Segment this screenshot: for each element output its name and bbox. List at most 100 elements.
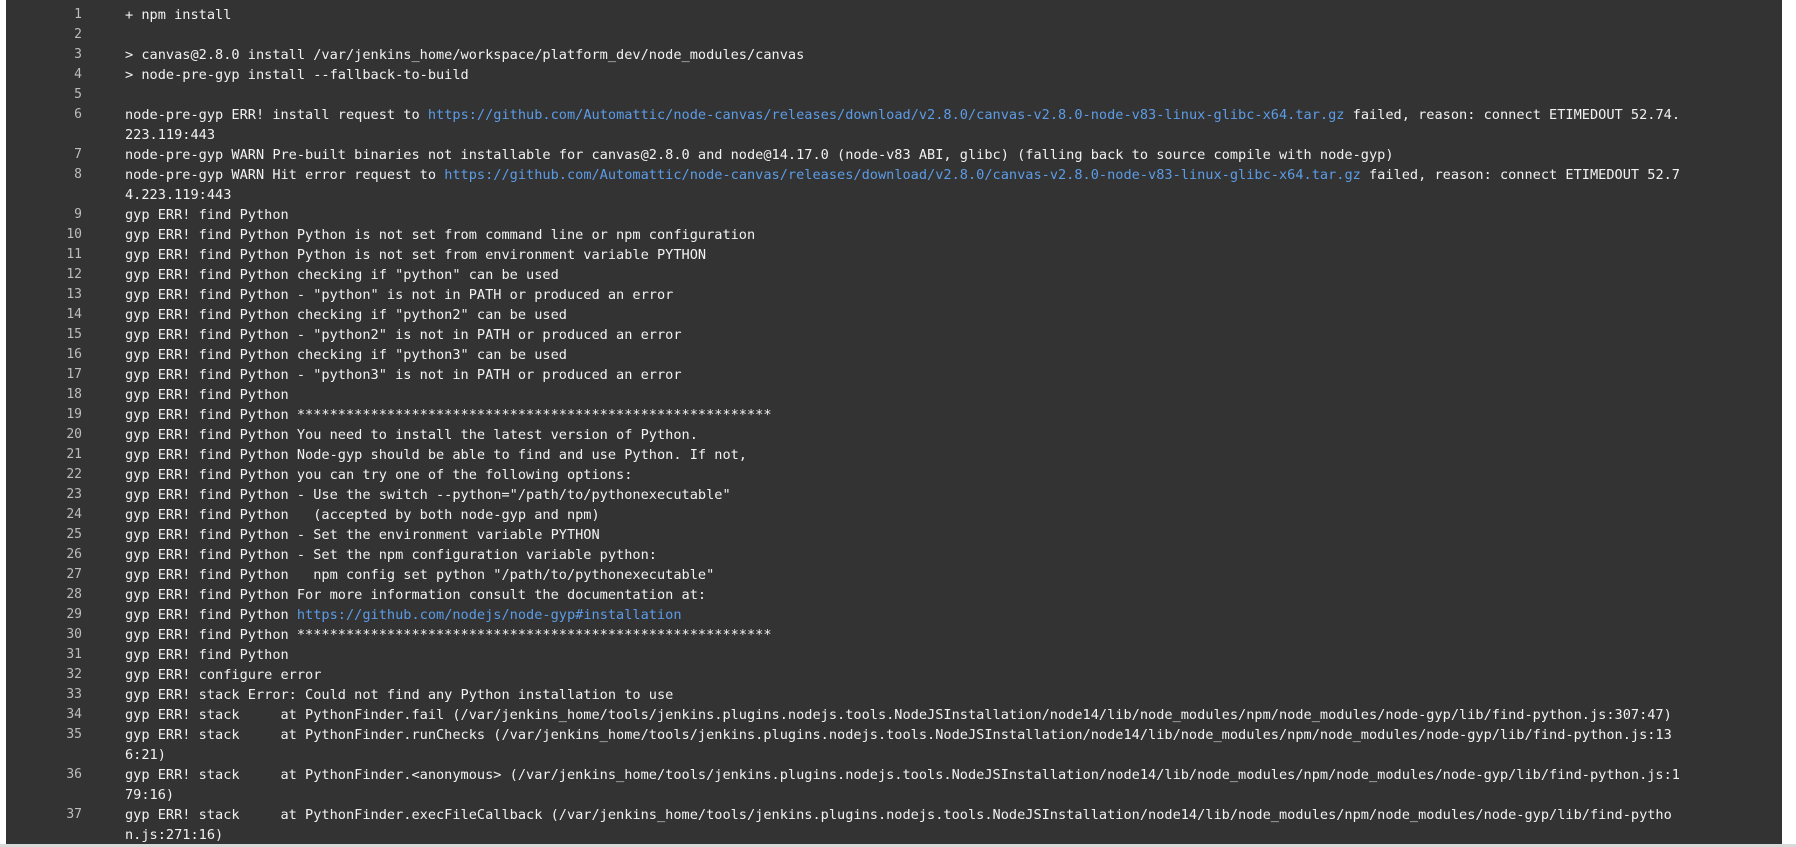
line-text: gyp ERR! find Python (accepted by both n… [125,505,1685,525]
line-number[interactable]: 26 [6,545,82,565]
line-number[interactable]: 2 [6,25,82,45]
log-line: 17 gyp ERR! find Python - "python3" is n… [6,365,1782,385]
log-text: gyp ERR! find Python *******************… [125,627,772,643]
line-number[interactable]: 5 [6,85,82,105]
log-line: 5 [6,85,1782,105]
line-number[interactable]: 3 [6,45,82,65]
line-number[interactable]: 16 [6,345,82,365]
line-number[interactable]: 25 [6,525,82,545]
line-number[interactable]: 31 [6,645,82,665]
page-margin [1782,0,1796,844]
log-text: gyp ERR! find Python (accepted by both n… [125,507,600,523]
console-output[interactable]: 1 + npm install 2 3 > canvas@2.8.0 insta… [6,0,1782,844]
line-text: + npm install [125,5,1685,25]
line-number[interactable]: 13 [6,285,82,305]
log-line: 1 + npm install [6,5,1782,25]
log-line: 12 gyp ERR! find Python checking if "pyt… [6,265,1782,285]
log-text: gyp ERR! find Python - Set the environme… [125,527,600,543]
log-text: gyp ERR! find Python You need to install… [125,427,698,443]
log-link[interactable]: https://github.com/nodejs/node-gyp#insta… [297,607,682,623]
line-number[interactable]: 11 [6,245,82,265]
line-number[interactable]: 23 [6,485,82,505]
line-text: gyp ERR! find Python Python is not set f… [125,225,1685,245]
line-number[interactable]: 27 [6,565,82,585]
line-number[interactable]: 20 [6,425,82,445]
log-line: 28 gyp ERR! find Python For more informa… [6,585,1782,605]
line-text: gyp ERR! find Python [125,205,1685,225]
line-number[interactable]: 34 [6,705,82,725]
line-text: gyp ERR! find Python - "python" is not i… [125,285,1685,305]
line-number[interactable]: 22 [6,465,82,485]
log-line: 37 gyp ERR! stack at PythonFinder.execFi… [6,805,1782,844]
line-text: gyp ERR! find Python - Set the npm confi… [125,545,1685,565]
line-number[interactable]: 1 [6,5,82,25]
line-number[interactable]: 30 [6,625,82,645]
line-text: gyp ERR! find Python checking if "python… [125,345,1685,365]
log-text: gyp ERR! find Python For more informatio… [125,587,707,603]
log-link[interactable]: https://github.com/Automattic/node-canva… [444,167,1361,183]
log-text: gyp ERR! find Python - "python" is not i… [125,287,674,303]
line-number[interactable]: 24 [6,505,82,525]
line-text: node-pre-gyp WARN Pre-built binaries not… [125,145,1685,165]
line-number[interactable]: 4 [6,65,82,85]
line-number[interactable]: 10 [6,225,82,245]
log-line: 29 gyp ERR! find Python https://github.c… [6,605,1782,625]
log-text: > canvas@2.8.0 install /var/jenkins_home… [125,47,805,63]
line-number[interactable]: 29 [6,605,82,625]
line-number[interactable]: 6 [6,105,82,125]
log-line: 30 gyp ERR! find Python ****************… [6,625,1782,645]
line-number[interactable]: 18 [6,385,82,405]
log-text: gyp ERR! stack at PythonFinder.fail (/va… [125,707,1672,723]
log-line: 3 > canvas@2.8.0 install /var/jenkins_ho… [6,45,1782,65]
line-text: node-pre-gyp ERR! install request to htt… [125,105,1685,145]
line-text: gyp ERR! stack at PythonFinder.runChecks… [125,725,1685,765]
log-text: node-pre-gyp WARN Hit error request to [125,167,445,183]
log-text: gyp ERR! find Python Python is not set f… [125,247,707,263]
log-text: gyp ERR! find Python npm config set pyth… [125,567,715,583]
line-text: gyp ERR! find Python Node-gyp should be … [125,445,1685,465]
log-line: 27 gyp ERR! find Python npm config set p… [6,565,1782,585]
line-text: gyp ERR! find Python [125,645,1685,665]
line-number[interactable]: 8 [6,165,82,185]
line-text: gyp ERR! find Python Python is not set f… [125,245,1685,265]
line-number[interactable]: 9 [6,205,82,225]
log-text: gyp ERR! find Python checking if "python… [125,307,567,323]
line-text: gyp ERR! stack at PythonFinder.fail (/va… [125,705,1685,725]
line-number[interactable]: 35 [6,725,82,745]
log-text: gyp ERR! find Python Python is not set f… [125,227,756,243]
line-number[interactable]: 17 [6,365,82,385]
log-text: gyp ERR! find Python - Set the npm confi… [125,547,657,563]
line-number[interactable]: 36 [6,765,82,785]
log-line: 11 gyp ERR! find Python Python is not se… [6,245,1782,265]
log-link[interactable]: https://github.com/Automattic/node-canva… [428,107,1345,123]
line-text: gyp ERR! find Python - "python2" is not … [125,325,1685,345]
log-line: 13 gyp ERR! find Python - "python" is no… [6,285,1782,305]
log-line: 6 node-pre-gyp ERR! install request to h… [6,105,1782,145]
line-number[interactable]: 21 [6,445,82,465]
line-number[interactable]: 32 [6,665,82,685]
log-line: 21 gyp ERR! find Python Node-gyp should … [6,445,1782,465]
line-text: > canvas@2.8.0 install /var/jenkins_home… [125,45,1685,65]
line-text: gyp ERR! find Python you can try one of … [125,465,1685,485]
log-text: gyp ERR! find Python - "python2" is not … [125,327,682,343]
log-line: 22 gyp ERR! find Python you can try one … [6,465,1782,485]
log-text: gyp ERR! stack Error: Could not find any… [125,687,674,703]
line-number[interactable]: 19 [6,405,82,425]
line-number[interactable]: 14 [6,305,82,325]
line-number[interactable]: 15 [6,325,82,345]
log-line: 23 gyp ERR! find Python - Use the switch… [6,485,1782,505]
log-text: gyp ERR! find Python [125,387,289,403]
line-number[interactable]: 28 [6,585,82,605]
line-text: > node-pre-gyp install --fallback-to-bui… [125,65,1685,85]
line-number[interactable]: 12 [6,265,82,285]
line-text: gyp ERR! find Python npm config set pyth… [125,565,1685,585]
log-line: 18 gyp ERR! find Python [6,385,1782,405]
log-line: 35 gyp ERR! stack at PythonFinder.runChe… [6,725,1782,765]
line-text: gyp ERR! find Python *******************… [125,625,1685,645]
log-text: node-pre-gyp WARN Pre-built binaries not… [125,147,1394,163]
log-line: 2 [6,25,1782,45]
line-number[interactable]: 37 [6,805,82,825]
line-number[interactable]: 7 [6,145,82,165]
line-number[interactable]: 33 [6,685,82,705]
log-line: 7 node-pre-gyp WARN Pre-built binaries n… [6,145,1782,165]
